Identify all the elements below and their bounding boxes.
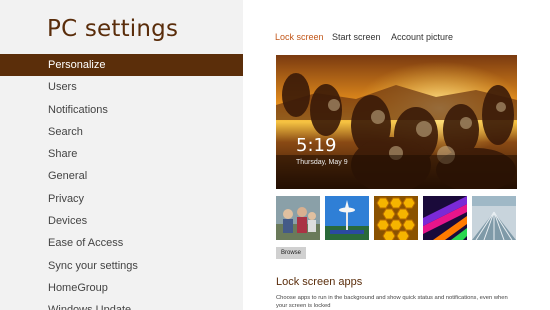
browse-button[interactable]: Browse bbox=[276, 247, 306, 259]
tab-lock-screen[interactable]: Lock screen bbox=[275, 32, 324, 42]
nav-item-notifications[interactable]: Notifications bbox=[0, 99, 243, 121]
nav-item-personalize[interactable]: Personalize bbox=[0, 54, 243, 77]
nav-item-users[interactable]: Users bbox=[0, 76, 243, 98]
tab-start-screen[interactable]: Start screen bbox=[332, 32, 381, 42]
lock-screen-time: 5:19 bbox=[296, 135, 337, 156]
thumbnail-people[interactable] bbox=[276, 196, 320, 240]
nav-item-share[interactable]: Share bbox=[0, 143, 243, 165]
nav-item-ease-of-access[interactable]: Ease of Access bbox=[0, 232, 243, 254]
people-thumbnail-image bbox=[276, 196, 320, 240]
honeycomb-thumbnail-image bbox=[374, 196, 418, 240]
thumbnail-architecture[interactable] bbox=[472, 196, 516, 240]
lock-screen-image bbox=[276, 55, 517, 189]
nav-item-homegroup[interactable]: HomeGroup bbox=[0, 277, 243, 299]
nav-item-devices[interactable]: Devices bbox=[0, 210, 243, 232]
lock-screen-preview: 5:19 Thursday, May 9 bbox=[276, 55, 517, 189]
space-needle-thumbnail-image bbox=[325, 196, 369, 240]
nav-item-windows-update[interactable]: Windows Update bbox=[0, 299, 243, 310]
lock-screen-apps-heading: Lock screen apps bbox=[276, 276, 363, 288]
color-stripes-thumbnail-image bbox=[423, 196, 467, 240]
tab-account-picture[interactable]: Account picture bbox=[391, 32, 453, 42]
thumbnail-space-needle[interactable] bbox=[325, 196, 369, 240]
nav-item-search[interactable]: Search bbox=[0, 121, 243, 143]
nav-item-sync-settings[interactable]: Sync your settings bbox=[0, 255, 243, 277]
lock-screen-date: Thursday, May 9 bbox=[296, 159, 348, 166]
settings-nav: Personalize Users Notifications Search S… bbox=[0, 54, 243, 310]
lock-screen-apps-description: Choose apps to run in the background and… bbox=[276, 295, 508, 309]
settings-sidebar: PC settings Personalize Users Notificati… bbox=[0, 0, 243, 310]
settings-content: Lock screen Start screen Account picture bbox=[243, 0, 550, 310]
architecture-thumbnail-image bbox=[472, 196, 516, 240]
thumbnail-color-stripes[interactable] bbox=[423, 196, 467, 240]
nav-item-privacy[interactable]: Privacy bbox=[0, 188, 243, 210]
nav-item-general[interactable]: General bbox=[0, 165, 243, 187]
page-title: PC settings bbox=[47, 16, 179, 42]
thumbnail-honeycomb[interactable] bbox=[374, 196, 418, 240]
